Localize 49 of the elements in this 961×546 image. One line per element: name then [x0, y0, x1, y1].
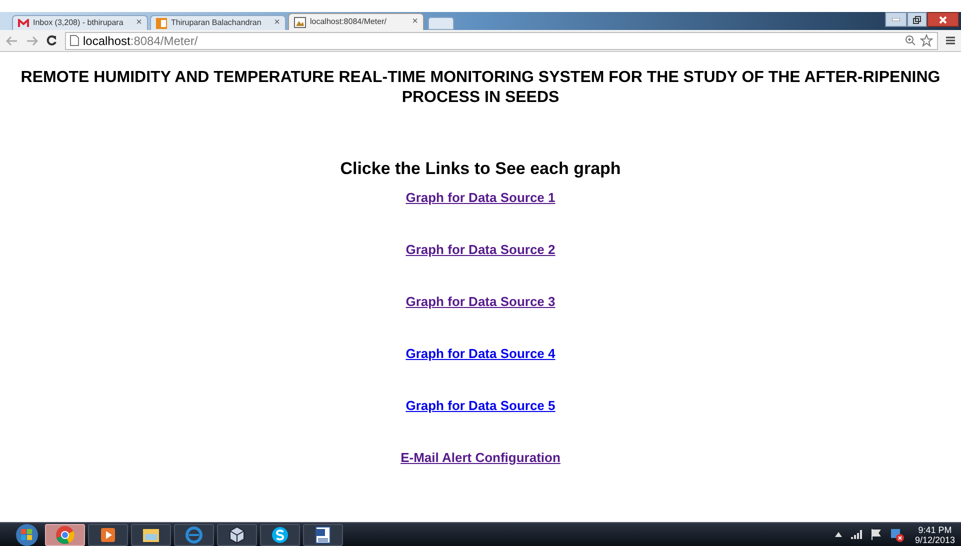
page-icon	[70, 35, 79, 46]
minimize-icon	[892, 18, 900, 21]
windows-logo-icon	[15, 524, 39, 546]
taskbar-button[interactable]	[131, 524, 171, 546]
close-button[interactable]	[927, 12, 959, 27]
address-bar[interactable]: localhost:8084/Meter/	[65, 32, 938, 50]
taskbar-button[interactable]	[303, 524, 343, 546]
clock[interactable]: 9:41 PM 9/12/2013	[914, 524, 955, 544]
tab-close-button[interactable]: ×	[274, 18, 280, 28]
document-icon	[156, 18, 167, 28]
close-icon	[939, 16, 947, 24]
show-hidden-icons-icon[interactable]	[834, 532, 842, 537]
url-text: localhost:8084/Meter/	[83, 34, 198, 46]
taskbar-button[interactable]	[260, 524, 300, 546]
taskbar-button[interactable]	[88, 524, 128, 546]
page-link[interactable]: Graph for Data Source 2	[406, 242, 556, 257]
tab-close-button[interactable]: ×	[412, 17, 418, 27]
internet-explorer-icon	[184, 524, 204, 544]
page-heading: REMOTE HUMIDITY AND TEMPERATURE REAL-TIME MONITORING SYSTEM FOR THE STUDY OF THE AFTER-RIPENING PROCESS IN SEEDS	[20, 68, 942, 108]
cube-icon	[227, 524, 247, 544]
menu-icon[interactable]	[946, 36, 955, 45]
tab-close-button[interactable]: ×	[136, 18, 142, 28]
taskbar-button[interactable]	[45, 524, 85, 546]
flag-icon[interactable]	[870, 529, 882, 540]
page-link[interactable]: Graph for Data Source 3	[406, 294, 556, 309]
zoom-icon[interactable]	[905, 35, 916, 46]
skype-icon	[270, 524, 290, 544]
browser-tab[interactable]: Inbox (3,208) - bthirupara ×	[12, 15, 148, 30]
reload-icon[interactable]	[46, 35, 57, 46]
page-link[interactable]: Graph for Data Source 5	[406, 398, 556, 413]
clock-time: 9:41 PM	[918, 524, 952, 534]
star-icon[interactable]	[920, 34, 933, 47]
signal-icon[interactable]	[850, 530, 863, 539]
picture-icon	[294, 16, 306, 28]
taskbar-button[interactable]	[217, 524, 257, 546]
mail-icon	[18, 18, 29, 28]
restore-icon	[913, 16, 921, 24]
restore-button[interactable]	[907, 12, 927, 27]
browser-tab[interactable]: Thiruparan Balachandran ×	[150, 15, 286, 30]
network-error-icon[interactable]	[890, 528, 904, 542]
minimize-button[interactable]	[885, 12, 907, 27]
page-link[interactable]: E-Mail Alert Configuration	[400, 450, 560, 465]
clock-date: 9/12/2013	[914, 534, 955, 544]
chrome-icon	[55, 524, 75, 544]
page-subheading: Clicke the Links to See each graph	[340, 159, 621, 179]
document-icon	[313, 524, 333, 544]
page-link[interactable]: Graph for Data Source 4	[406, 346, 556, 361]
page-link[interactable]: Graph for Data Source 1	[406, 190, 556, 205]
browser-tab[interactable]: localhost:8084/Meter/ ×	[288, 13, 424, 30]
